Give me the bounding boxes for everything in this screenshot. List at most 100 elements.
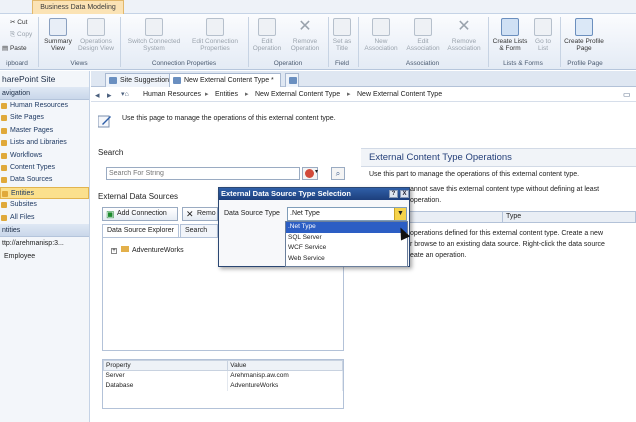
edit-association-button[interactable]: Edit Association — [403, 18, 443, 52]
remove-operation-button[interactable]: ✕ Remove Operation — [286, 18, 324, 52]
operations-design-label: Operations Design View — [77, 38, 114, 52]
search-input[interactable] — [106, 167, 300, 180]
create-profile-page-button[interactable]: Create Profile Page — [564, 18, 604, 52]
props-header-property: Property — [102, 360, 229, 371]
entity-employee[interactable]: Employee — [0, 250, 89, 263]
option-sql-server[interactable]: SQL Server — [286, 233, 407, 244]
ops-hint-line-2: r browse to an existing data source. Rig… — [410, 241, 605, 248]
summary-view-label: Summary View — [44, 38, 72, 52]
option-wcf-service[interactable]: WCF Service — [286, 243, 407, 254]
close-button[interactable]: X — [400, 190, 409, 198]
connection-group-label: Connection Properties — [151, 60, 217, 67]
breadcrumb: ◂ ▸ ▾⌂ Human Resources ▸ Entities ▸ New … — [91, 88, 636, 102]
ribbon-separator — [120, 17, 121, 67]
operations-design-icon — [87, 18, 105, 36]
ribbon-separator — [560, 17, 561, 67]
prop-name: Server — [103, 370, 229, 381]
back-arrow-icon[interactable]: ◂ — [95, 88, 100, 102]
ribbon-separator — [488, 17, 489, 67]
tree-item-adventureworks[interactable]: + AdventureWorks — [111, 246, 184, 254]
edit-operation-icon — [258, 18, 276, 36]
nav-item-workflows[interactable]: Workflows — [0, 150, 89, 162]
breadcrumb-chevron-icon: ▸ — [245, 91, 249, 98]
create-profile-label: Create Profile Page — [564, 38, 604, 52]
tab-search-results[interactable]: Search Re — [180, 224, 218, 246]
search-clear-button[interactable]: ▾ — [302, 167, 318, 180]
breadcrumb-item[interactable]: Entities — [215, 88, 238, 102]
add-icon: ▣ — [106, 209, 115, 219]
tab-data-source-explorer[interactable]: Data Source Explorer — [102, 224, 179, 238]
warning-line-1: annot save this external content type wi… — [410, 186, 600, 193]
site-title[interactable]: harePoint Site — [0, 71, 89, 87]
nav-item-subsites[interactable]: Subsites — [0, 199, 89, 211]
remove-x-icon: ✕ — [298, 18, 312, 35]
new-association-label: New Association — [364, 38, 398, 52]
profile-page-group-label: Profile Page — [567, 60, 603, 67]
remove-association-x-icon: ✕ — [457, 18, 471, 35]
prop-value: Arehmanisp.aw.com — [227, 370, 343, 381]
edit-operation-label: Edit Operation — [252, 38, 282, 52]
forward-arrow-icon[interactable]: ▸ — [107, 88, 112, 102]
breadcrumb-item[interactable]: Human Resources — [143, 88, 201, 102]
tab-new-external-content-type[interactable]: New External Content Type * — [169, 73, 281, 87]
option-net-type[interactable]: .Net Type — [286, 222, 407, 233]
new-association-button[interactable]: New Association — [361, 18, 401, 52]
help-button[interactable]: ? — [389, 190, 398, 198]
nav-item-data-sources[interactable]: Data Sources — [0, 174, 89, 186]
expand-plus-icon[interactable]: + — [111, 248, 117, 254]
expand-icon[interactable]: ▭ — [623, 88, 631, 102]
data-source-type-select[interactable]: .Net Type ▼ — [287, 207, 407, 221]
create-lists-label: Create Lists & Form — [492, 38, 528, 52]
switch-system-label: Switch Connected System — [127, 38, 181, 52]
info-pencil-icon — [98, 115, 111, 128]
switch-connected-system-button[interactable]: Switch Connected System — [124, 18, 184, 52]
external-data-sources-title: External Data Sources — [98, 192, 179, 201]
prop-name: Database — [103, 380, 229, 391]
selected-value: .Net Type — [290, 210, 320, 217]
column-divider — [502, 212, 503, 222]
add-connection-button[interactable]: ▣ Add Connection — [102, 207, 178, 221]
option-web-service[interactable]: Web Service — [286, 254, 407, 265]
go-to-list-button[interactable]: Go to List — [532, 18, 554, 52]
database-icon — [121, 246, 129, 252]
ribbon-separator — [38, 17, 39, 67]
summary-view-button[interactable]: Summary View — [42, 18, 74, 52]
nav-item-master-pages[interactable]: Master Pages — [0, 125, 89, 137]
breadcrumb-item[interactable]: New External Content Type — [255, 88, 340, 102]
table-row: Server Arehmanisp.aw.com — [103, 370, 343, 381]
edit-association-label: Edit Association — [406, 38, 440, 52]
remove-connection-button[interactable]: ✕ Remo — [182, 207, 218, 221]
home-icon[interactable]: ▾⌂ — [121, 88, 129, 102]
set-as-title-button[interactable]: Set as Title — [330, 18, 354, 52]
cut-button[interactable]: ✂ Cut — [10, 18, 27, 26]
nav-item-lists-and-libraries[interactable]: Lists and Libraries — [0, 137, 89, 149]
table-row: Database AdventureWorks — [103, 380, 343, 391]
paste-button[interactable]: ▤ Paste — [2, 44, 27, 52]
remove-connection-label: Remo — [197, 210, 216, 217]
nav-item-human-resources[interactable]: Human Resources — [0, 100, 89, 112]
copy-button[interactable]: ⎘ Copy — [10, 31, 32, 39]
ops-hint-line-1: operations defined for this external con… — [410, 230, 604, 237]
search-go-button[interactable]: ⌕ — [331, 167, 345, 180]
new-tab-icon[interactable] — [285, 73, 299, 87]
edit-operation-button[interactable]: Edit Operation — [252, 18, 282, 52]
properties-table: Property Value Server Arehmanisp.aw.com D… — [102, 359, 344, 409]
edit-association-icon — [414, 18, 432, 36]
nav-item-entities[interactable]: Entities — [0, 186, 89, 200]
prop-value: AdventureWorks — [227, 380, 343, 391]
search-title: Search — [98, 148, 124, 157]
create-lists-forms-button[interactable]: Create Lists & Form — [490, 18, 530, 52]
edit-connection-icon — [206, 18, 224, 36]
chevron-down-icon[interactable]: ▼ — [394, 208, 406, 220]
ribbon: ✂ Cut ⎘ Copy ▤ Paste ipboard Summary Vie… — [0, 14, 636, 70]
go-to-list-icon — [534, 18, 552, 36]
edit-connection-properties-button[interactable]: Edit Connection Properties — [186, 18, 244, 52]
remove-association-button[interactable]: ✕ Remove Association — [444, 18, 484, 52]
nav-item-content-types[interactable]: Content Types — [0, 162, 89, 174]
ribbon-context-tab[interactable]: Business Data Modeling — [32, 0, 124, 14]
nav-item-all-files[interactable]: All Files — [0, 212, 89, 224]
operations-design-view-button[interactable]: Operations Design View — [76, 18, 116, 52]
warning-line-2: operation. — [410, 197, 442, 204]
nav-item-site-pages[interactable]: Site Pages — [0, 112, 89, 124]
edit-connection-label: Edit Connection Properties — [192, 38, 238, 52]
